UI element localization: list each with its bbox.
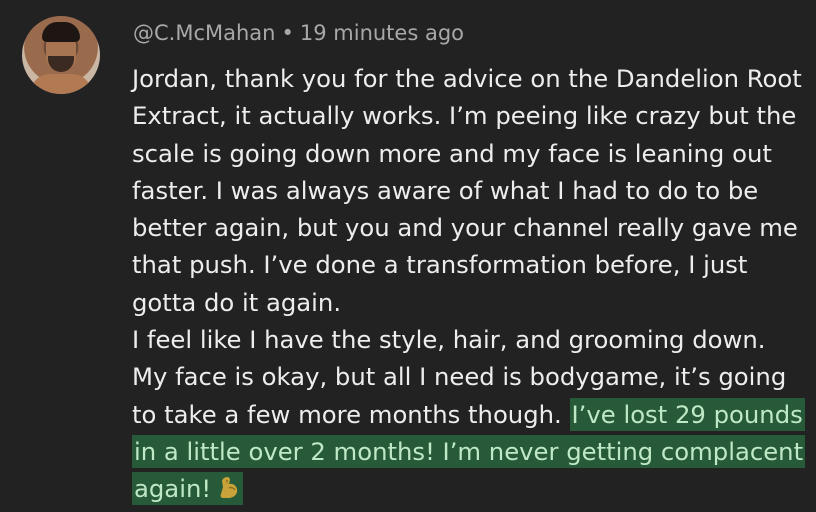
comment-paragraph-1: Jordan, thank you for the advice on the … [132, 64, 802, 317]
avatar[interactable] [22, 16, 100, 94]
author-name[interactable]: @C.McMahan [133, 21, 275, 45]
meta-separator: • [281, 21, 294, 45]
avatar-shirt [30, 74, 92, 94]
avatar-hair [42, 22, 80, 42]
flexed-biceps-icon [217, 474, 241, 511]
comment-meta: @C.McMahan • 19 minutes ago [133, 19, 464, 47]
comment-body: Jordan, thank you for the advice on the … [132, 60, 808, 512]
timestamp[interactable]: 19 minutes ago [300, 21, 464, 45]
comment-paragraph-2: I feel like I have the style, hair, and … [132, 321, 808, 511]
